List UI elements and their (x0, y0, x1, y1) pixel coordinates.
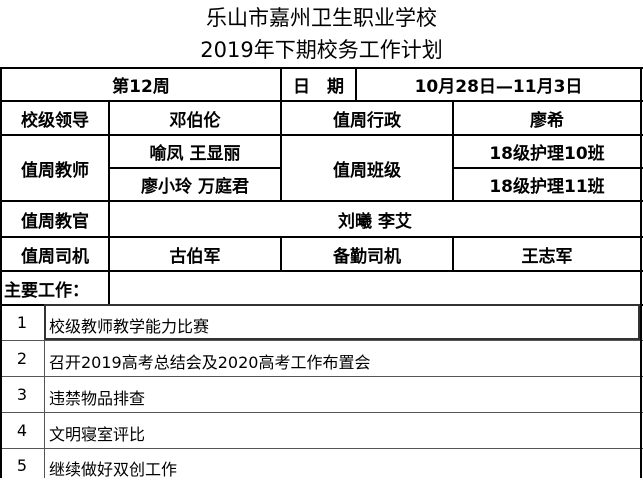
task-text[interactable]: 违禁物品排查 (49, 385, 145, 409)
teacher-row2: 廖小玲 万庭君 (141, 177, 249, 197)
task-number: 2 (16, 349, 28, 368)
plan-title: 2019年下期校务工作计划 (200, 38, 443, 62)
class-row2: 18级护理11班 (489, 177, 605, 197)
grid-line (0, 340, 643, 341)
week-cell: 第12周 (112, 77, 170, 97)
grid-line (640, 67, 642, 478)
grid-line (0, 448, 643, 449)
tasks-heading: 主要工作： (4, 280, 89, 301)
task-number: 3 (16, 385, 28, 404)
standby-value: 王志军 (521, 246, 573, 267)
driver-label: 值周司机 (21, 246, 89, 267)
task-number: 5 (16, 456, 28, 475)
date-range: 10月28日—11月3日 (414, 77, 583, 97)
instructor-label: 值周教官 (21, 211, 89, 232)
teacher-row1: 喻凤 王显丽 (149, 144, 241, 164)
grid-line (0, 412, 643, 413)
task-number: 4 (16, 421, 28, 440)
leader-label: 校级领导 (21, 110, 89, 131)
task-text[interactable]: 召开2019高考总结会及2020高考工作布置会 (49, 349, 370, 373)
class-row1: 18级护理10班 (489, 144, 605, 164)
leader-value: 邓伯伦 (169, 110, 221, 131)
task-text[interactable]: 继续做好双创工作 (49, 456, 177, 480)
school-title: 乐山市嘉州卫生职业学校 (206, 6, 437, 30)
driver-value: 古伯军 (169, 246, 221, 267)
date-label: 日 期 (293, 77, 344, 97)
grid-line (0, 376, 643, 377)
task-number: 1 (16, 313, 28, 332)
admin-value: 廖希 (530, 110, 564, 131)
standby-label: 备勤司机 (333, 246, 401, 267)
task-text[interactable]: 文明寝室评比 (49, 421, 145, 445)
work-plan-sheet: 乐山市嘉州卫生职业学校 2019年下期校务工作计划 第12周 日 期 10月28… (0, 0, 643, 480)
grid-line (108, 270, 110, 304)
class-label: 值周班级 (333, 160, 401, 181)
teacher-label: 值周教师 (21, 160, 89, 181)
task-text[interactable]: 校级教师教学能力比赛 (49, 313, 209, 337)
admin-label: 值周行政 (333, 110, 401, 131)
instructor-value: 刘曦 李艾 (338, 211, 412, 232)
